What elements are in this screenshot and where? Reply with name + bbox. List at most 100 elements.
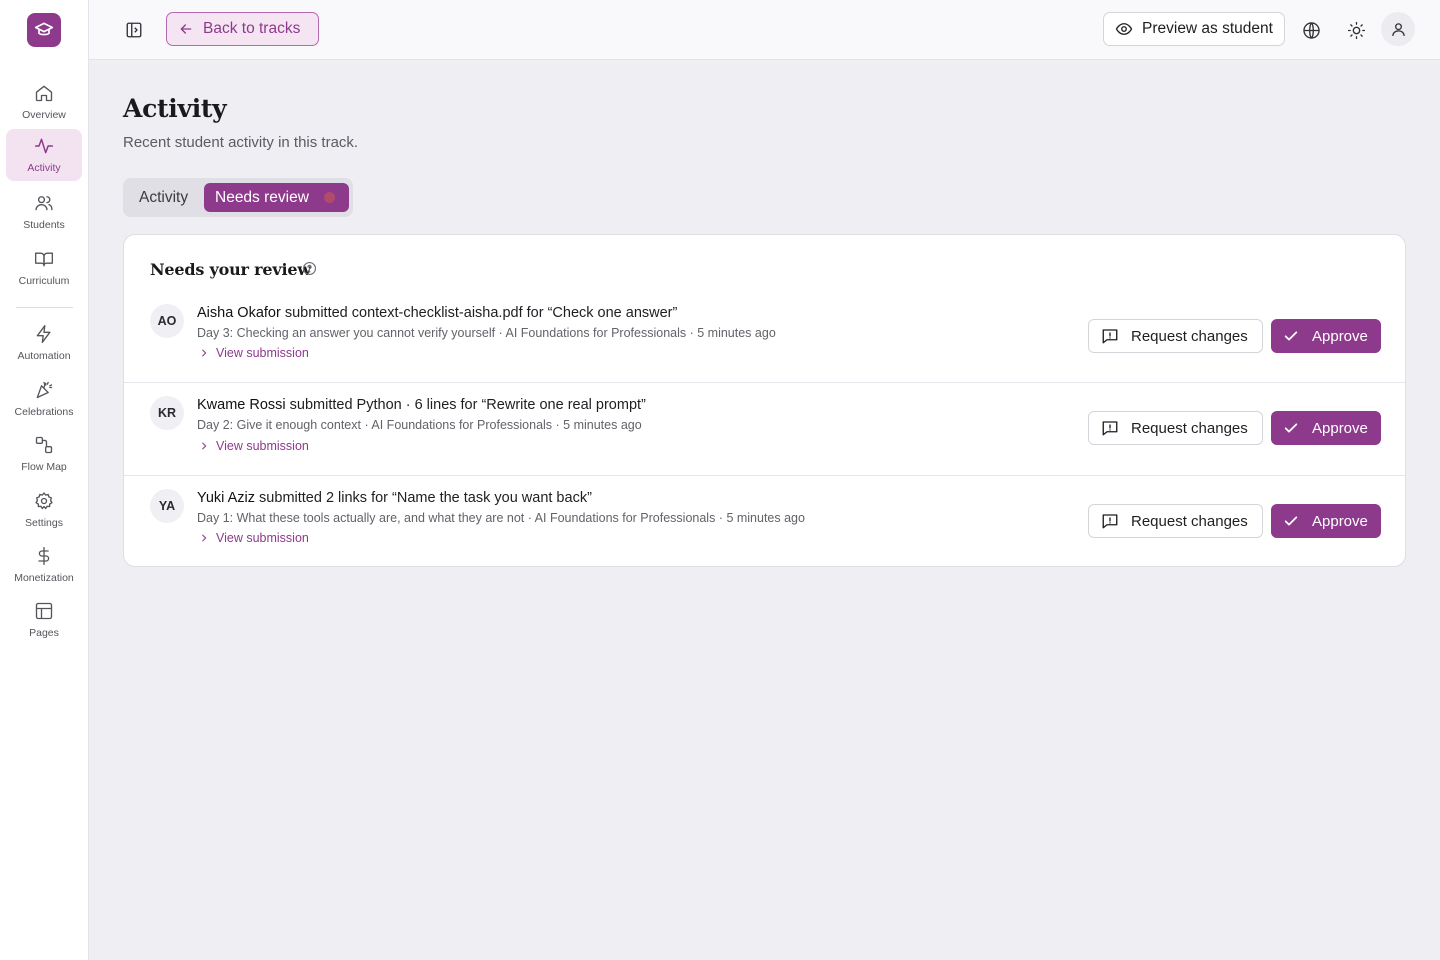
theme-toggle-button[interactable] xyxy=(1345,19,1367,41)
book-icon xyxy=(35,252,53,267)
activity-icon xyxy=(34,138,54,154)
view-submission-link[interactable]: View submission xyxy=(199,531,309,545)
gear-icon xyxy=(35,492,53,510)
page-title: Activity xyxy=(123,94,227,123)
sidebar-divider xyxy=(16,307,73,308)
party-icon xyxy=(36,381,53,399)
user-icon xyxy=(1391,22,1405,36)
sidebar-item-label: Activity xyxy=(27,162,61,174)
request-changes-label: Request changes xyxy=(1131,512,1248,530)
view-submission-link[interactable]: View submission xyxy=(199,439,309,453)
approve-label: Approve xyxy=(1312,419,1368,437)
app-logo[interactable] xyxy=(27,13,61,47)
submission-headline: Kwame Rossi submitted Python · 6 lines f… xyxy=(197,397,646,413)
request-changes-button[interactable]: Request changes xyxy=(1088,504,1263,538)
approve-button[interactable]: Approve xyxy=(1271,319,1381,353)
view-submission-label: View submission xyxy=(216,531,309,545)
layout-icon xyxy=(35,602,53,620)
top-bar: Back to tracks Preview as student xyxy=(89,0,1440,60)
tab-needs-review[interactable]: Needs review xyxy=(204,183,349,212)
student-name[interactable]: Yuki Aziz xyxy=(197,490,255,506)
sidebar-item-label: Curriculum xyxy=(18,275,70,287)
language-button[interactable] xyxy=(1300,19,1322,41)
submission-action: submitted Python · 6 lines for “Rewrite … xyxy=(285,397,646,413)
message-alert-icon xyxy=(1102,329,1118,344)
submission-meta: Day 2: Give it enough context · AI Found… xyxy=(197,418,642,432)
view-submission-label: View submission xyxy=(216,346,309,360)
toggle-sidebar-button[interactable] xyxy=(123,19,145,41)
sidebar-item-monetization[interactable]: Monetization xyxy=(6,539,82,591)
arrow-left-icon xyxy=(180,24,192,34)
tab-label: Needs review xyxy=(215,188,309,206)
submission-headline: Yuki Aziz submitted 2 links for “Name th… xyxy=(197,490,592,506)
review-row: YA Yuki Aziz submitted 2 links for “Name… xyxy=(124,475,1405,566)
back-to-tracks-button[interactable]: Back to tracks xyxy=(166,12,319,46)
request-changes-label: Request changes xyxy=(1131,327,1248,345)
avatar: KR xyxy=(150,396,184,430)
sidebar-item-flow-map[interactable]: Flow Map xyxy=(6,428,82,480)
sidebar-item-label: Settings xyxy=(25,517,63,529)
check-icon xyxy=(1284,331,1298,341)
notification-dot xyxy=(324,192,335,203)
tab-activity[interactable]: Activity xyxy=(129,183,201,212)
student-name[interactable]: Kwame Rossi xyxy=(197,397,286,413)
chevron-right-icon xyxy=(202,349,207,357)
user-menu-button[interactable] xyxy=(1381,12,1415,46)
check-icon xyxy=(1284,423,1298,433)
sidebar-item-pages[interactable]: Pages xyxy=(6,594,82,646)
message-alert-icon xyxy=(1102,421,1118,436)
chevron-right-icon xyxy=(202,442,207,450)
sidebar-item-label: Monetization xyxy=(14,572,74,584)
tab-label: Activity xyxy=(139,188,189,206)
sidebar-item-label: Overview xyxy=(22,109,66,121)
approve-button[interactable]: Approve xyxy=(1271,504,1381,538)
sidebar-item-label: Celebrations xyxy=(14,406,74,418)
review-row: KR Kwame Rossi submitted Python · 6 line… xyxy=(124,382,1405,475)
home-icon xyxy=(35,85,53,102)
graduation-cap-icon xyxy=(34,22,54,36)
sidebar-item-activity[interactable]: Activity xyxy=(6,129,82,181)
sidebar-item-label: Automation xyxy=(17,350,71,362)
sidebar-item-settings[interactable]: Settings xyxy=(6,484,82,536)
sidebar-item-label: Students xyxy=(23,219,65,231)
sidebar-item-students[interactable]: Students xyxy=(6,186,82,238)
request-changes-button[interactable]: Request changes xyxy=(1088,319,1263,353)
view-submission-link[interactable]: View submission xyxy=(199,346,309,360)
check-icon xyxy=(1284,516,1298,526)
avatar: YA xyxy=(150,489,184,523)
eye-icon xyxy=(1115,23,1133,35)
needs-review-card: Needs your review AO Aisha Okafor submit… xyxy=(123,234,1406,567)
sidebar: Overview Activity Students Curriculum Au… xyxy=(0,0,89,960)
submission-headline: Aisha Okafor submitted context-checklist… xyxy=(197,305,677,321)
preview-as-student-button[interactable]: Preview as student xyxy=(1103,12,1285,46)
submission-meta: Day 1: What these tools actually are, an… xyxy=(197,511,805,525)
card-title: Needs your review xyxy=(150,260,311,279)
sidebar-item-overview[interactable]: Overview xyxy=(6,76,82,128)
sidebar-item-label: Pages xyxy=(29,627,59,639)
approve-button[interactable]: Approve xyxy=(1271,411,1381,445)
page-subtitle: Recent student activity in this track. xyxy=(123,134,359,151)
student-name[interactable]: Aisha Okafor xyxy=(197,305,281,321)
sidebar-item-celebrations[interactable]: Celebrations xyxy=(6,373,82,425)
preview-as-student-label: Preview as student xyxy=(1142,20,1273,37)
avatar: AO xyxy=(150,304,184,338)
sidebar-item-label: Flow Map xyxy=(21,461,67,473)
submission-action: submitted 2 links for “Name the task you… xyxy=(255,490,592,506)
submission-meta: Day 3: Checking an answer you cannot ver… xyxy=(197,326,776,340)
view-submission-label: View submission xyxy=(216,439,309,453)
request-changes-button[interactable]: Request changes xyxy=(1088,411,1263,445)
help-icon[interactable] xyxy=(302,261,317,281)
message-alert-icon xyxy=(1102,514,1118,529)
sun-icon xyxy=(1347,21,1365,39)
lightning-icon xyxy=(36,325,51,343)
globe-icon xyxy=(1302,21,1320,39)
sidebar-item-curriculum[interactable]: Curriculum xyxy=(6,242,82,294)
sidebar-item-automation[interactable]: Automation xyxy=(6,317,82,369)
submission-action: submitted context-checklist-aisha.pdf fo… xyxy=(280,305,678,321)
approve-label: Approve xyxy=(1312,327,1368,345)
review-row: AO Aisha Okafor submitted context-checkl… xyxy=(124,291,1405,383)
request-changes-label: Request changes xyxy=(1131,419,1248,437)
approve-label: Approve xyxy=(1312,512,1368,530)
dollar-icon xyxy=(38,547,50,565)
users-icon xyxy=(35,196,53,211)
